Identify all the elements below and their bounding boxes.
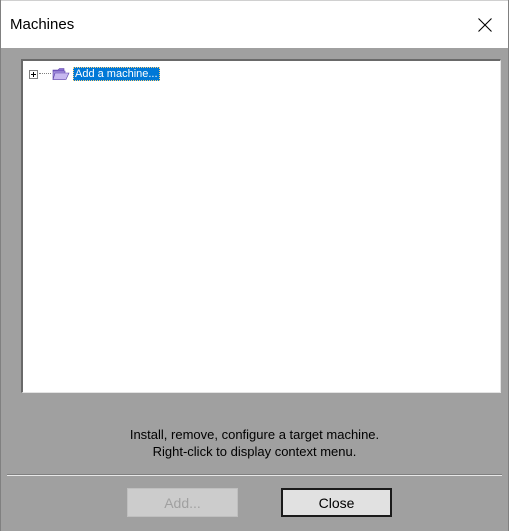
title-bar[interactable]: Machines [1,0,508,48]
close-icon [478,18,492,32]
machines-dialog: Machines Add a machine... Install, remov… [0,0,509,531]
window-close-button[interactable] [462,1,508,49]
tree-item-add-machine[interactable]: Add a machine... [29,66,160,82]
add-button[interactable]: Add... [127,488,238,517]
close-button[interactable]: Close [281,488,392,517]
window-title: Machines [10,16,75,33]
tree-connector [39,73,51,75]
hint-text-line1: Install, remove, configure a target mach… [129,427,380,442]
hint-text-line2: Right-click to display context menu. [152,444,357,459]
plus-box-icon[interactable] [29,69,38,79]
divider [7,474,502,476]
folder-icon [52,68,70,80]
machines-tree[interactable]: Add a machine... [21,59,501,393]
tree-item-label[interactable]: Add a machine... [73,67,160,81]
